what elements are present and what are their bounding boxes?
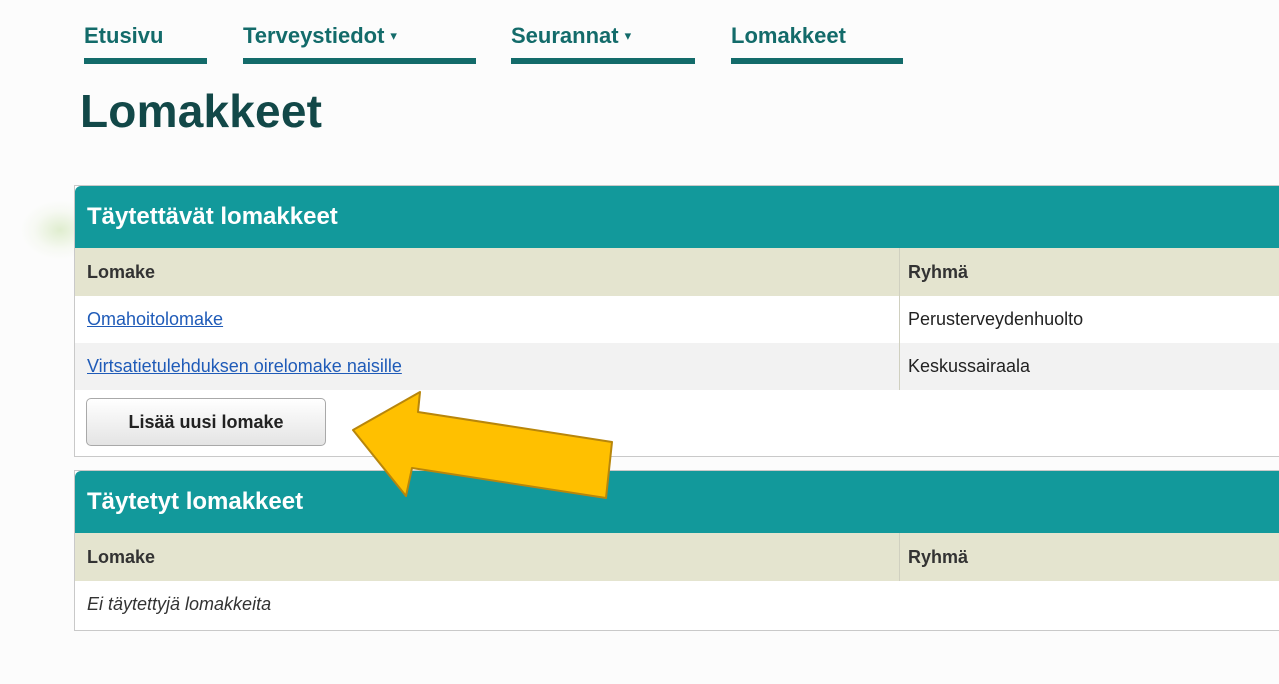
pointer-arrow-icon — [352, 391, 613, 499]
nav-label-lomakkeet: Lomakkeet — [731, 23, 846, 48]
nav-item-seurannat[interactable]: Seurannat ▾ — [511, 18, 695, 64]
form-cell: Virtsatietulehduksen oirelomake naisille — [75, 343, 900, 390]
filled-forms-heading: Täytetyt lomakkeet — [75, 471, 1279, 533]
form-cell: Omahoitolomake — [75, 296, 900, 343]
form-link-omahoitolomake[interactable]: Omahoitolomake — [87, 309, 223, 329]
dropdown-caret-icon: ▾ — [390, 28, 397, 43]
nav-item-terveystiedot[interactable]: Terveystiedot ▾ — [243, 18, 476, 64]
dropdown-caret-icon: ▾ — [624, 28, 632, 43]
column-header-group: Ryhmä — [899, 533, 1279, 581]
add-form-row: Lisää uusi lomake — [75, 390, 1279, 454]
table-row: Ei täytettyjä lomakkeita — [75, 581, 1279, 628]
fillable-forms-table: Lomake Ryhmä Omahoitolomake Perusterveyd… — [75, 248, 1279, 390]
table-row: Virtsatietulehduksen oirelomake naisille… — [75, 343, 1279, 390]
table-row: Omahoitolomake Perusterveydenhuolto — [75, 296, 1279, 343]
nav-label-seurannat: Seurannat — [511, 23, 619, 48]
nav-item-etusivu[interactable]: Etusivu — [84, 18, 207, 64]
add-new-form-button[interactable]: Lisää uusi lomake — [86, 398, 326, 446]
group-cell: Keskussairaala — [899, 343, 1279, 390]
table-header-row: Lomake Ryhmä — [75, 248, 1279, 296]
column-header-form: Lomake — [75, 533, 900, 581]
empty-state-text: Ei täytettyjä lomakkeita — [87, 594, 272, 614]
empty-state-cell: Ei täytettyjä lomakkeita — [75, 581, 1279, 628]
nav-item-lomakkeet[interactable]: Lomakkeet — [731, 18, 903, 64]
group-cell: Perusterveydenhuolto — [899, 296, 1279, 343]
fillable-forms-panel: Täytettävät lomakkeet Lomake Ryhmä Omaho… — [74, 185, 1279, 457]
column-header-form: Lomake — [75, 248, 900, 296]
filled-forms-panel: Täytetyt lomakkeet Lomake Ryhmä Ei täyte… — [74, 470, 1279, 631]
nav-label-terveystiedot: Terveystiedot — [243, 23, 385, 48]
filled-forms-table: Lomake Ryhmä Ei täytettyjä lomakkeita — [75, 533, 1279, 628]
table-header-row: Lomake Ryhmä — [75, 533, 1279, 581]
nav-label-etusivu: Etusivu — [84, 23, 164, 48]
form-link-virtsatietulehdus[interactable]: Virtsatietulehduksen oirelomake naisille — [87, 356, 402, 376]
page-title: Lomakkeet — [80, 85, 323, 137]
fillable-forms-heading: Täytettävät lomakkeet — [75, 186, 1279, 248]
column-header-group: Ryhmä — [899, 248, 1279, 296]
